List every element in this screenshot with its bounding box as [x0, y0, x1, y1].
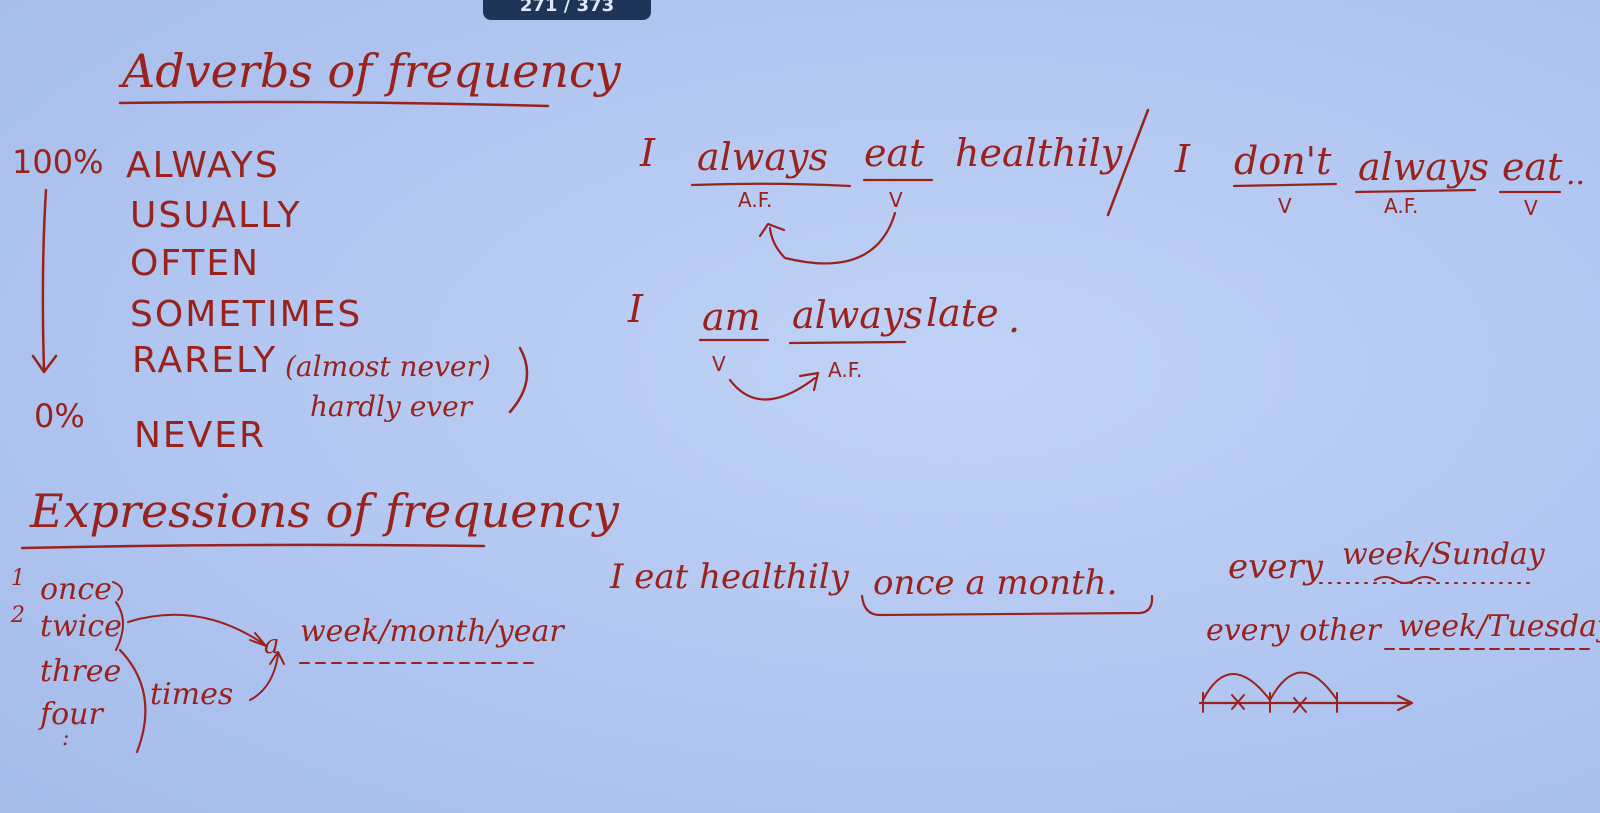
- ex4-sentence: I eat healthily: [610, 557, 849, 597]
- adverb-sometimes: SOMETIMES: [130, 294, 363, 335]
- adverb-usually: USUALLY: [130, 195, 302, 236]
- ex3-adverb-underline: [788, 340, 907, 345]
- every-other-value: week/Tuesday: [1398, 609, 1600, 644]
- number-2: 2: [11, 603, 25, 628]
- count-three: three: [40, 654, 122, 689]
- ex2-aux: don't: [1234, 139, 1332, 183]
- adverb-never: NEVER: [134, 415, 267, 456]
- ex2-aux-tag: V: [1278, 194, 1292, 218]
- ex2-trailing-dots: ..: [1566, 157, 1586, 192]
- percent-100-label: 100%: [12, 143, 104, 181]
- timeline-x: [1293, 697, 1307, 713]
- three-four-brace: [118, 648, 147, 754]
- ex1-pronoun: I: [640, 131, 656, 175]
- count-continuation-dots: :: [62, 726, 70, 751]
- period-options: week/month/year: [300, 614, 564, 649]
- ex3-rest: late: [926, 291, 999, 335]
- scale-arrow-line: [41, 188, 48, 372]
- rarely-bracket: [508, 346, 529, 414]
- count-twice: twice: [40, 609, 122, 644]
- times-label: times: [150, 677, 234, 712]
- ex1-swap-arrow: [768, 211, 897, 265]
- adverbs-heading: Adverbs of frequency: [122, 44, 621, 98]
- adverb-always: ALWAYS: [126, 145, 280, 186]
- rarely-note-hardly-ever: hardly ever: [310, 390, 473, 423]
- rarely-note-almost-never: (almost never): [285, 350, 491, 383]
- every-other-label: every other: [1206, 613, 1381, 648]
- ex1-adverb-underline: [690, 182, 852, 188]
- number-1: 1: [11, 566, 25, 591]
- article-a: a: [264, 630, 280, 660]
- twice-arrow: [127, 613, 266, 646]
- ex2-aux-underline: [1232, 182, 1338, 188]
- ink-strokes: [20, 100, 1596, 754]
- ex3-adverb: always: [792, 293, 923, 337]
- expressions-heading-underline: [20, 543, 486, 550]
- ex1-rest: healthily: [955, 131, 1123, 175]
- ex3-verb: am: [702, 295, 761, 339]
- percent-0-label: 0%: [34, 397, 85, 435]
- ex1-adverb: always: [697, 135, 828, 179]
- ex3-adverb-tag: A.F.: [828, 358, 863, 382]
- timeline-hop: [1202, 673, 1271, 701]
- every-value: week/Sunday: [1342, 537, 1545, 572]
- every-label: every: [1228, 547, 1323, 587]
- ex2-verb: eat: [1502, 145, 1563, 189]
- timeline-hop: [1269, 671, 1338, 701]
- once-brace: [112, 581, 123, 601]
- ex2-adverb: always: [1358, 145, 1489, 189]
- count-once: once: [40, 572, 112, 607]
- adverb-often: OFTEN: [130, 243, 261, 284]
- ex3-pronoun: I: [628, 287, 644, 331]
- ex1-adverb-tag: A.F.: [738, 188, 773, 212]
- ex3-verb-tag: V: [712, 352, 726, 376]
- ex2-pronoun: I: [1175, 137, 1191, 181]
- ex3-period: .: [1008, 297, 1021, 341]
- adverb-rarely: RARELY: [132, 340, 278, 381]
- ex4-phrase: once a month.: [873, 563, 1118, 603]
- ex2-adverb-underline: [1354, 188, 1477, 194]
- times-arrow: [249, 654, 279, 701]
- ex1-verb-tag: V: [889, 188, 903, 212]
- count-four: four: [40, 697, 103, 732]
- adverbs-heading-underline: [118, 100, 550, 108]
- ex1-verb: eat: [864, 131, 925, 175]
- ex2-adverb-tag: A.F.: [1384, 194, 1419, 218]
- ex2-verb-tag: V: [1524, 196, 1538, 220]
- expressions-heading: Expressions of frequency: [30, 484, 619, 538]
- ex3-swap-arrow: [728, 376, 817, 401]
